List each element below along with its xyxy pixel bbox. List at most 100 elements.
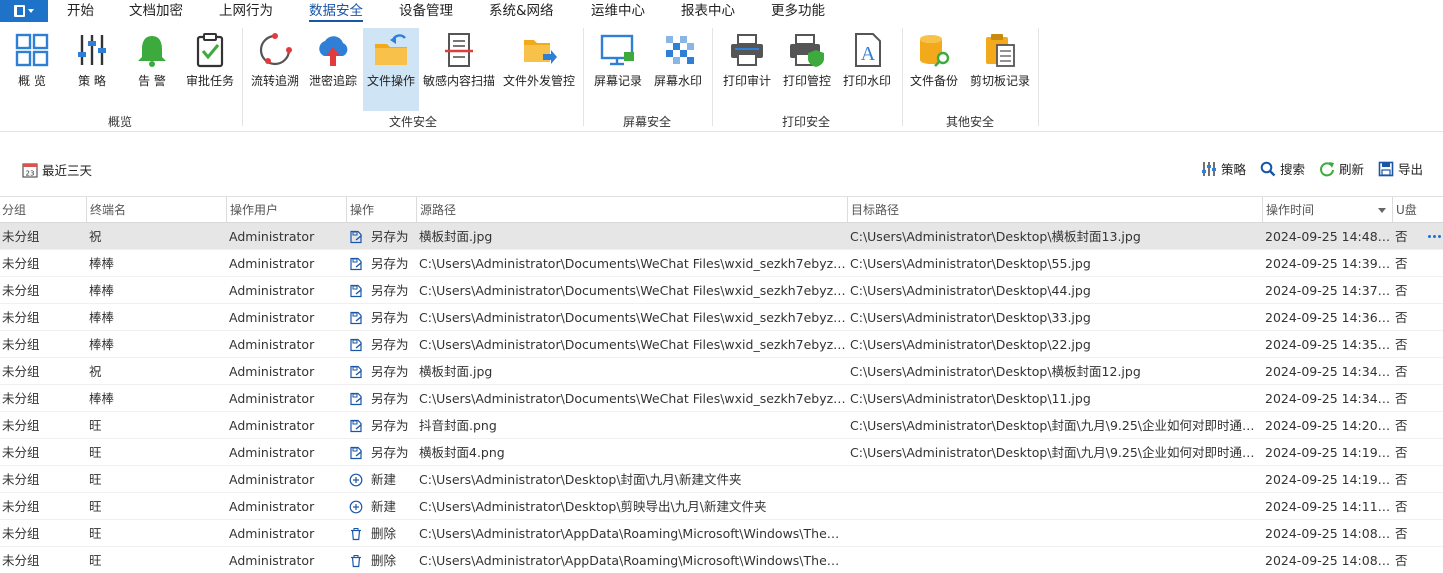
cell-source-path: C:\Users\Administrator\AppData\Roaming\M… — [419, 526, 847, 541]
file-backup-button[interactable]: 文件备份 — [908, 28, 960, 106]
operation-label: 另存为 — [371, 229, 409, 244]
menu-report-center[interactable]: 报表中心 — [681, 2, 735, 22]
menu-system-network[interactable]: 系统&网络 — [489, 2, 554, 22]
cell-terminal: 棒棒 — [89, 256, 115, 271]
cell-user: Administrator — [229, 364, 315, 379]
column-header-source-path[interactable]: 源路径 — [416, 197, 847, 223]
cell-group: 未分组 — [2, 256, 40, 271]
column-header-group[interactable]: 分组 — [0, 197, 86, 223]
overview-button[interactable]: 概 览 — [8, 28, 56, 106]
policy-toolbar-button[interactable]: 策略 — [1201, 159, 1246, 178]
menu-more-features[interactable]: 更多功能 — [771, 2, 825, 22]
export-toolbar-label: 导出 — [1397, 162, 1423, 177]
date-range-selector[interactable]: 23 最近三天 — [22, 160, 92, 179]
table-row[interactable]: 未分组 旺 Administrator 删除 C:\Users\Administrato… — [0, 520, 1443, 547]
screen-record-button[interactable]: 屏幕记录 — [592, 28, 644, 106]
cell-user: Administrator — [229, 472, 315, 487]
table-row[interactable]: 未分组 旺 Administrator 另存为 抖音封面.png C:\Users\Adm… — [0, 412, 1443, 439]
flow-trace-button[interactable]: 流转追溯 — [248, 28, 302, 106]
cell-terminal: 旺 — [89, 472, 102, 487]
menu-ops-center[interactable]: 运维中心 — [591, 2, 645, 22]
column-header-target-path[interactable]: 目标路径 — [847, 197, 1262, 223]
flow-trace-icon — [259, 33, 292, 66]
overview-grid-icon — [15, 33, 49, 67]
table-row[interactable]: 未分组 棒棒 Administrator 另存为 C:\Users\Administra… — [0, 331, 1443, 358]
cell-user: Administrator — [229, 256, 315, 271]
save-as-icon — [349, 446, 367, 460]
table-row[interactable]: 未分组 棒棒 Administrator 另存为 C:\Users\Administra… — [0, 385, 1443, 412]
menu-web-behavior[interactable]: 上网行为 — [219, 2, 273, 22]
print-audit-button[interactable]: 打印审计 — [720, 28, 774, 106]
refresh-toolbar-button[interactable]: 刷新 — [1319, 159, 1364, 178]
column-header-time-label: 操作时间 — [1266, 203, 1315, 217]
cell-user: Administrator — [229, 337, 315, 352]
cell-operation: 另存为 — [346, 250, 416, 277]
menu-start[interactable]: 开始 — [67, 2, 94, 22]
clipboard-record-button[interactable]: 剪切板记录 — [966, 28, 1034, 106]
print-watermark-button[interactable]: A 打印水印 — [840, 28, 894, 106]
print-control-button[interactable]: 打印管控 — [780, 28, 834, 106]
menu-device-management[interactable]: 设备管理 — [399, 2, 453, 22]
cell-source-path: 横板封面4.png — [419, 445, 505, 460]
policy-button[interactable]: 策 略 — [68, 28, 116, 106]
operation-label: 另存为 — [371, 418, 409, 433]
menu-doc-encryption[interactable]: 文档加密 — [129, 2, 183, 22]
search-toolbar-button[interactable]: 搜索 — [1260, 159, 1305, 178]
table-row[interactable]: 未分组 祝 Administrator 另存为 横板封面.jpg C:\Users\Adm… — [0, 358, 1443, 385]
menu-data-security[interactable]: 数据安全 — [309, 2, 363, 22]
cell-group: 未分组 — [2, 364, 40, 379]
clipboard-record-button-label: 剪切板记录 — [969, 74, 1030, 88]
table-row[interactable]: 未分组 旺 Administrator 删除 C:\Users\Administrato… — [0, 547, 1443, 573]
column-header-operation[interactable]: 操作 — [346, 197, 416, 223]
alert-button[interactable]: 告 警 — [128, 28, 176, 106]
cell-group: 未分组 — [2, 391, 40, 406]
refresh-icon — [1320, 161, 1334, 176]
more-options-icon[interactable] — [1426, 235, 1441, 238]
screen-watermark-button[interactable]: 屏幕水印 — [652, 28, 704, 106]
cell-target-path — [847, 493, 1262, 520]
bell-icon — [138, 36, 166, 67]
cell-source-path: C:\Users\Administrator\Documents\WeChat … — [419, 256, 847, 271]
column-header-terminal[interactable]: 终端名 — [86, 197, 226, 223]
table-row[interactable]: 未分组 棒棒 Administrator 另存为 C:\Users\Administra… — [0, 277, 1443, 304]
operation-label: 新建 — [371, 499, 397, 514]
cell-source-path: C:\Users\Administrator\Documents\WeChat … — [419, 337, 847, 352]
screen-watermark-button-label: 屏幕水印 — [653, 74, 702, 88]
file-outbound-control-button[interactable]: 文件外发管控 — [502, 28, 576, 106]
cell-group: 未分组 — [2, 283, 40, 298]
sort-desc-icon[interactable] — [1378, 208, 1386, 213]
sliders-icon — [1201, 161, 1216, 176]
column-header-user[interactable]: 操作用户 — [226, 197, 346, 223]
table-row[interactable]: 未分组 旺 Administrator 新建 C:\Users\Administrato… — [0, 493, 1443, 520]
file-operation-button[interactable]: 文件操作 — [363, 28, 419, 111]
export-toolbar-button[interactable]: 导出 — [1378, 159, 1423, 178]
cell-usb: 否 — [1395, 391, 1408, 406]
folder-send-icon — [524, 40, 557, 64]
sensitive-scan-button[interactable]: 敏感内容扫描 — [422, 28, 496, 106]
file-backup-button-label: 文件备份 — [909, 74, 958, 88]
operation-label: 另存为 — [371, 445, 409, 460]
column-header-usb[interactable]: U盘 — [1392, 197, 1422, 223]
table-row[interactable]: 未分组 旺 Administrator 另存为 横板封面4.png C:\Users\Ad… — [0, 439, 1443, 466]
save-as-icon — [349, 392, 367, 406]
cell-group: 未分组 — [2, 337, 40, 352]
cell-operation: 另存为 — [346, 277, 416, 304]
app-menu-button[interactable] — [0, 0, 48, 22]
table-row[interactable]: 未分组 棒棒 Administrator 另存为 C:\Users\Administra… — [0, 304, 1443, 331]
table-row[interactable]: 未分组 旺 Administrator 新建 C:\Users\Administrato… — [0, 466, 1443, 493]
policy-toolbar-label: 策略 — [1220, 162, 1246, 177]
table-row[interactable]: 未分组 祝 Administrator 另存为 横板封面.jpg C:\Users\Adm… — [0, 223, 1443, 250]
svg-text:A: A — [861, 43, 876, 65]
table-row[interactable]: 未分组 棒棒 Administrator 另存为 C:\Users\Administra… — [0, 250, 1443, 277]
cell-usb: 否 — [1395, 445, 1408, 460]
cell-target-path: C:\Users\Administrator\Desktop\33.jpg — [850, 310, 1091, 325]
save-as-icon — [349, 365, 367, 379]
cell-usb: 否 — [1395, 364, 1408, 379]
operation-label: 另存为 — [371, 256, 409, 271]
print-watermark-button-label: 打印水印 — [842, 74, 891, 88]
leak-trace-button[interactable]: 泄密追踪 — [306, 28, 360, 106]
approval-task-button[interactable]: 审批任务 — [184, 28, 236, 106]
operation-label: 另存为 — [371, 310, 409, 325]
cell-user: Administrator — [229, 418, 315, 433]
column-header-time[interactable]: 操作时间 — [1262, 197, 1392, 223]
